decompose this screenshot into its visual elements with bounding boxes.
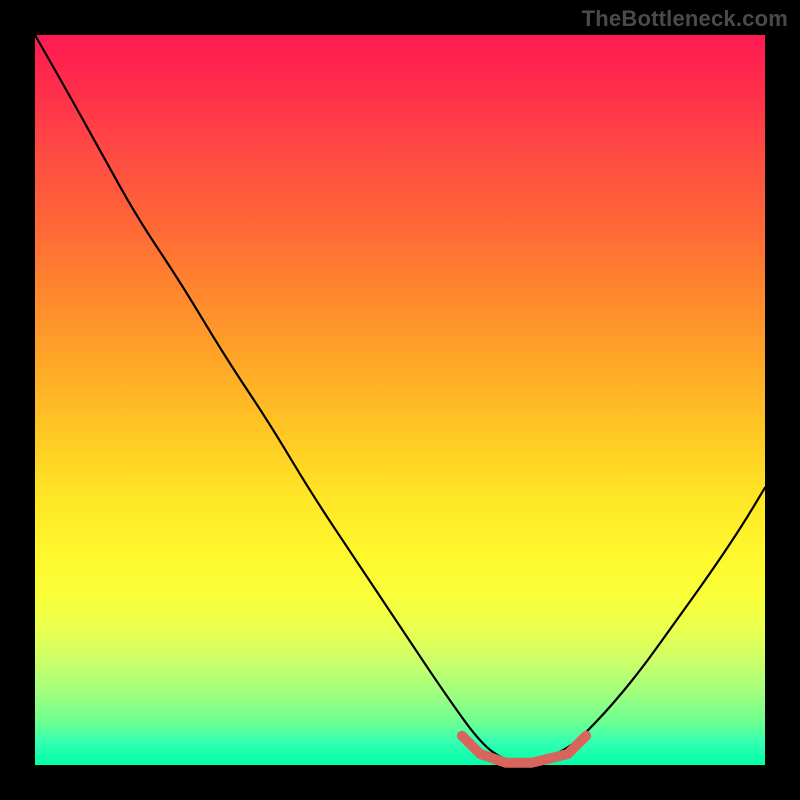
bottleneck-curve xyxy=(35,35,765,761)
chart-svg xyxy=(35,35,765,765)
watermark-text: TheBottleneck.com xyxy=(582,6,788,32)
plot-area xyxy=(35,35,765,765)
chart-container: TheBottleneck.com xyxy=(0,0,800,800)
